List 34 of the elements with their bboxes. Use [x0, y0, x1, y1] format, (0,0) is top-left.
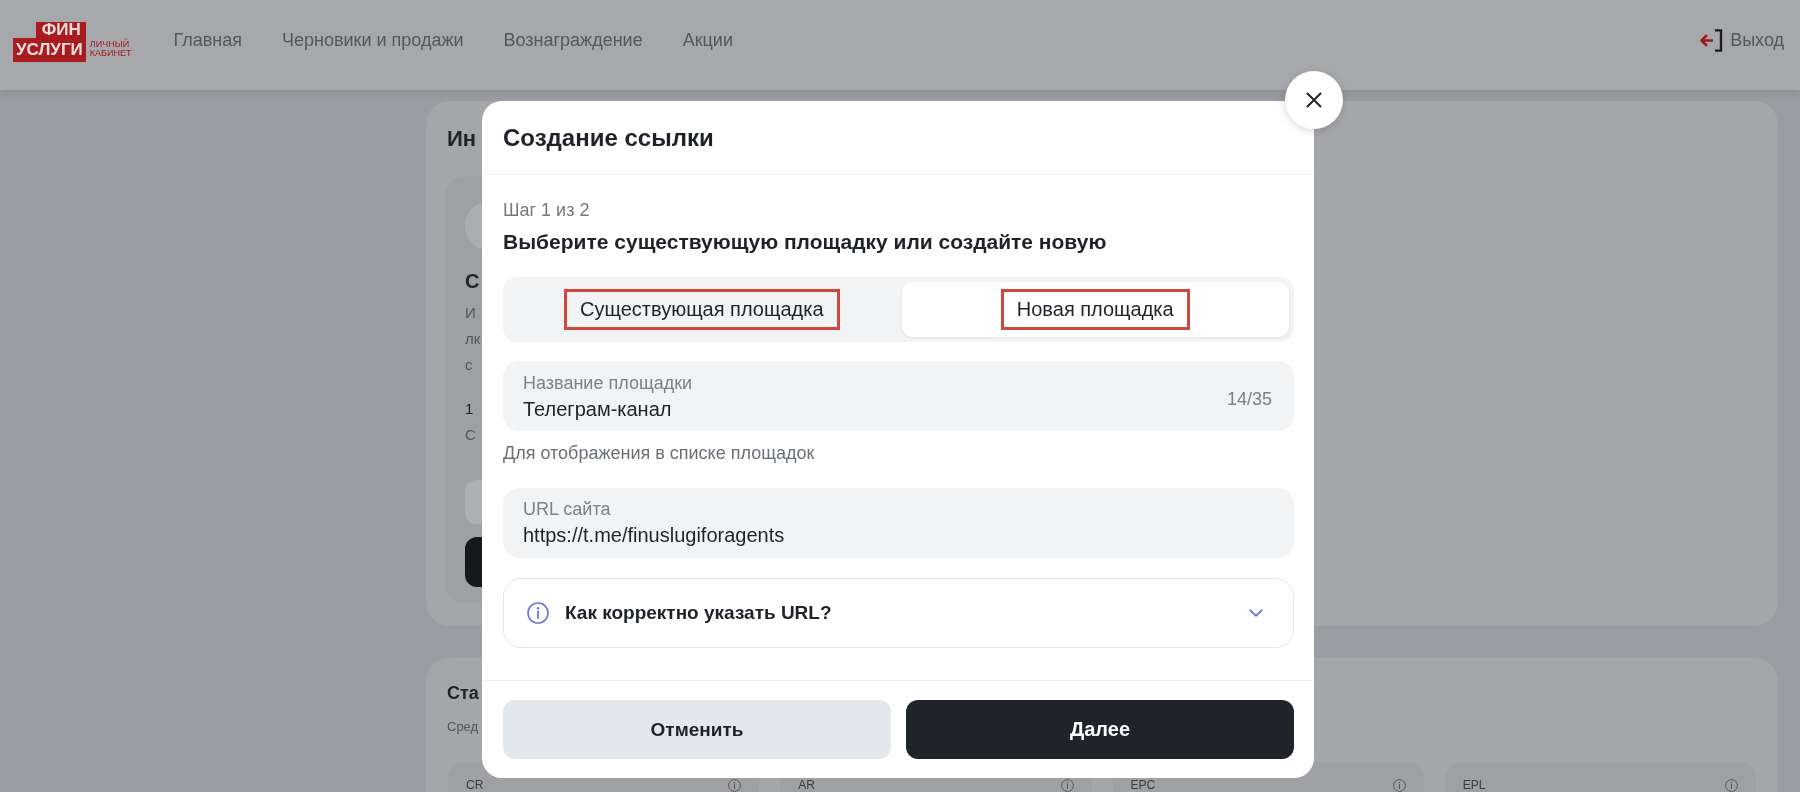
exit-icon	[1699, 27, 1724, 53]
text-field[interactable]: URL сайта https://t.me/finuslugiforagents	[503, 488, 1294, 558]
card-text: 1	[465, 399, 474, 419]
info-icon[interactable]	[728, 779, 742, 792]
metric-label: EPL	[1462, 779, 1486, 792]
card-text: И	[465, 303, 476, 323]
card-title: Ин	[447, 125, 477, 153]
accordion-header[interactable]: Как корректно указать URL?	[503, 578, 1294, 648]
field-hint: Для отображения в списке площадок	[503, 443, 816, 464]
info-icon[interactable]	[1392, 779, 1406, 792]
dialog-title: Создание ссылки	[503, 123, 714, 152]
step-label: Шаг 1 из 2	[503, 200, 591, 220]
logo-word: УСЛУГИ	[13, 38, 86, 62]
info-icon[interactable]	[1060, 779, 1074, 792]
metric-label: CR	[466, 779, 484, 792]
info-icon	[527, 602, 549, 624]
logo-caption: ЛИЧНЫЙ КАБИНЕТ	[89, 40, 132, 58]
metric-label: EPC	[1130, 779, 1156, 792]
card-text: с	[465, 355, 473, 375]
card-subtitle: Сред	[447, 718, 479, 736]
logo-word: ФИН	[35, 22, 86, 38]
card-text: лк	[465, 329, 481, 349]
tab[interactable]: Новая площадка	[901, 282, 1289, 337]
card-title: Ста	[447, 682, 479, 705]
character-counter: 14/35	[1226, 389, 1272, 410]
text-field[interactable]: Название площадки Телеграм-канал 14/35	[503, 361, 1294, 431]
metric-label: AR	[798, 779, 815, 792]
next-button[interactable]: Далее	[906, 700, 1294, 759]
info-icon[interactable]	[1725, 779, 1738, 792]
cancel-button[interactable]: Отменить	[503, 700, 891, 759]
close-icon	[1306, 92, 1322, 108]
dialog-heading: Выберите существующую площадку или создайте новую	[503, 229, 1108, 255]
card-subtitle: С	[465, 269, 480, 294]
card-text: С	[465, 425, 476, 445]
